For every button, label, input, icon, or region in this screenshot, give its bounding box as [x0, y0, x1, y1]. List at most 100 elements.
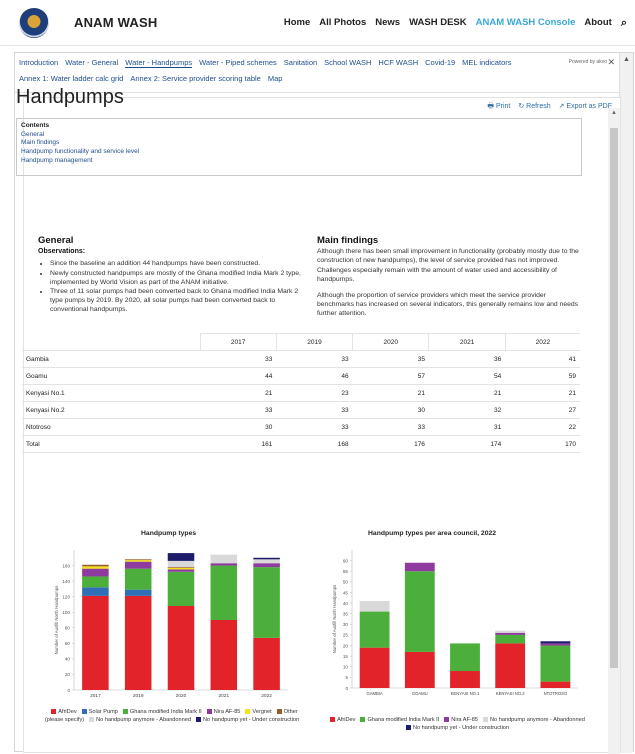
bar-segment[interactable] [253, 637, 280, 690]
column-header[interactable]: 2021 [428, 333, 506, 351]
bar-segment[interactable] [82, 564, 109, 567]
tab-mel-indicators[interactable]: MEL indicators [462, 58, 511, 68]
report-scrollbar[interactable]: ▲ [608, 108, 620, 754]
powered-by-akvo: Powered by akvo [568, 59, 607, 65]
scrollbar-thumb[interactable] [610, 128, 618, 668]
print-button[interactable]: 🖶 Print [487, 102, 510, 113]
bar-segment[interactable] [210, 620, 238, 690]
bar-segment[interactable] [495, 630, 526, 633]
bar-segment[interactable] [495, 634, 526, 644]
toc-link-management[interactable]: Handpump management [21, 157, 577, 166]
legend-item[interactable]: No handpump yet - Under construction [191, 716, 299, 723]
nav-wash-desk[interactable]: WASH DESK [409, 17, 467, 30]
bar-segment[interactable] [253, 557, 280, 560]
nav-news[interactable]: News [375, 17, 400, 30]
tab-map[interactable]: Map [268, 74, 283, 83]
bar-segment[interactable] [82, 587, 109, 596]
bar-segment[interactable] [167, 567, 195, 568]
tab-water-piped[interactable]: Water - Piped schemes [199, 58, 277, 68]
bar-segment[interactable] [359, 600, 390, 612]
bar-segment[interactable] [540, 681, 571, 688]
legend-item[interactable]: AfriDev [46, 708, 77, 715]
column-header[interactable]: 2020 [352, 333, 429, 351]
bar-segment[interactable] [82, 566, 109, 569]
bar-segment[interactable] [124, 568, 152, 590]
brand-title[interactable]: ANAM WASH [74, 15, 157, 30]
bar-segment[interactable] [124, 595, 152, 690]
legend-item[interactable]: No handpump anymore - Abandonned [84, 716, 191, 723]
bar-segment[interactable] [404, 651, 435, 688]
bar-segment[interactable] [82, 595, 109, 690]
toc-link-general[interactable]: General [21, 131, 577, 140]
table-cell: 33 [200, 401, 277, 419]
toc-link-functionality[interactable]: Handpump functionality and service level [21, 148, 577, 157]
bar-segment[interactable] [253, 563, 280, 568]
bar-segment[interactable] [404, 562, 435, 572]
legend-item[interactable]: Solar Pump [77, 708, 118, 715]
bar-segment[interactable] [404, 571, 435, 652]
column-header[interactable]: 2017 [199, 333, 277, 351]
column-header[interactable]: 2022 [504, 333, 580, 351]
bar-segment[interactable] [450, 671, 480, 688]
nav-console[interactable]: ANAM WASH Console [476, 17, 576, 30]
bar-segment[interactable] [359, 611, 390, 648]
legend-item[interactable]: AfriDev [325, 716, 355, 723]
anam-logo[interactable] [19, 8, 49, 38]
bar-segment[interactable] [167, 553, 195, 561]
tab-water-handpumps[interactable]: Water - Handpumps [125, 58, 193, 68]
refresh-button[interactable]: ↻ Refresh [518, 102, 550, 113]
bar-segment[interactable] [450, 643, 480, 672]
legend-item[interactable]: No handpump anymore - Abandonned [478, 716, 585, 723]
bar-segment[interactable] [210, 565, 238, 620]
tab-annex-2[interactable]: Annex 2: Service provider scoring table [130, 74, 261, 83]
legend-item[interactable]: No handpump yet - Under construction [401, 724, 509, 731]
bar-segment[interactable] [124, 560, 152, 562]
bar-segment[interactable] [540, 645, 571, 682]
column-header[interactable]: 2019 [275, 333, 353, 351]
bar-segment[interactable] [82, 568, 109, 577]
nav-all-photos[interactable]: All Photos [319, 17, 366, 30]
bar-segment[interactable] [359, 647, 390, 688]
bar-segment[interactable] [253, 559, 280, 564]
bar-segment[interactable] [210, 563, 238, 566]
bar-segment[interactable] [167, 569, 195, 572]
scroll-up-icon[interactable]: ▲ [623, 56, 630, 63]
legend-item[interactable]: Ghana modified India Mark II [118, 708, 202, 715]
legend-item[interactable]: Vergnet [240, 708, 272, 715]
bar-segment[interactable] [540, 641, 571, 644]
bar-segment[interactable] [124, 589, 152, 596]
bar-segment[interactable] [167, 567, 195, 570]
bar-segment[interactable] [540, 643, 571, 646]
tab-annex-1[interactable]: Annex 1: Water ladder calc grid [19, 74, 123, 83]
tab-sanitation[interactable]: Sanitation [284, 58, 317, 68]
export-pdf-button[interactable]: ↗ Export as PDF [559, 102, 612, 113]
bar-segment[interactable] [253, 567, 280, 638]
bar-segment[interactable] [210, 554, 238, 564]
nav-home[interactable]: Home [284, 17, 310, 30]
search-icon[interactable]: ⌕ [621, 17, 627, 30]
outer-scrollbar[interactable]: ▲ [619, 53, 633, 753]
bar-segment[interactable] [167, 606, 195, 690]
bar-segment[interactable] [495, 632, 526, 635]
close-icon[interactable]: ✕ [607, 57, 615, 68]
bar-segment[interactable] [167, 560, 195, 568]
tab-water-general[interactable]: Water - General [65, 58, 118, 68]
legend-item[interactable]: Nira AF-85 [202, 708, 240, 715]
bar-segment[interactable] [124, 559, 152, 561]
toc-link-main-findings[interactable]: Main findings [21, 139, 577, 148]
nav-about[interactable]: About [584, 17, 611, 30]
bar-segment[interactable] [495, 643, 526, 688]
legend-item[interactable]: Ghana modified India Mark II [355, 716, 439, 723]
bar-segment[interactable] [167, 571, 195, 606]
tab-school-wash[interactable]: School WASH [324, 58, 371, 68]
table-header-row: 2017 2019 2020 2021 2022 [22, 333, 580, 351]
table-cell: 22 [505, 418, 580, 436]
table-cell: 21 [505, 384, 580, 402]
bar-segment[interactable] [124, 561, 152, 569]
tab-covid[interactable]: Covid-19 [425, 58, 455, 68]
bar-segment[interactable] [82, 576, 109, 588]
tab-hcf-wash[interactable]: HCF WASH [378, 58, 418, 68]
scroll-up-icon[interactable]: ▲ [611, 110, 617, 116]
legend-item[interactable]: Nira AF-85 [439, 716, 478, 723]
tab-introduction[interactable]: Introduction [19, 58, 58, 68]
